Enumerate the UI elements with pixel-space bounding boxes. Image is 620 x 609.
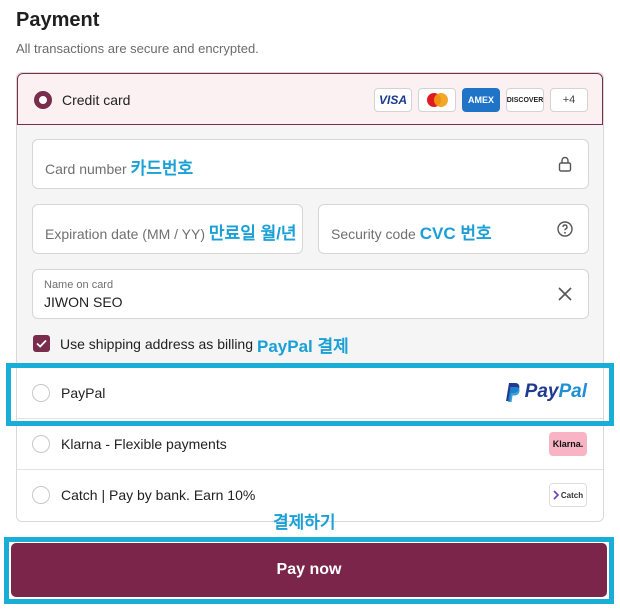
klarna-radio[interactable] — [32, 435, 50, 453]
page-title: Payment — [16, 9, 100, 31]
paypal-p-icon — [505, 383, 520, 402]
credit-card-radio[interactable] — [34, 91, 52, 109]
paypal-annotation: PayPal 결제 — [257, 337, 349, 356]
credit-card-label: Credit card — [62, 92, 131, 108]
paypal-logo: PayPal — [503, 381, 587, 403]
klarna-label: Klarna - Flexible payments — [61, 436, 227, 452]
security-code-input[interactable]: Security code CVC 번호 — [318, 204, 589, 254]
card-brands: VISA AMEX DISCOVER +4 — [374, 88, 588, 112]
paypal-option[interactable]: PayPal PayPal — [17, 367, 603, 418]
name-on-card-label: Name on card — [44, 279, 114, 291]
name-on-card-input[interactable]: Name on card JIWON SEO — [32, 269, 589, 319]
card-number-annotation: 카드번호 — [130, 159, 194, 178]
expiration-annotation: 만료일 월/년 — [208, 224, 297, 243]
page-subtitle: All transactions are secure and encrypte… — [16, 41, 259, 56]
paypal-radio[interactable] — [32, 384, 50, 402]
paypal-logo-pal: Pal — [558, 381, 587, 402]
expiration-date-input[interactable]: Expiration date (MM / YY) 만료일 월/년 — [32, 204, 303, 254]
visa-logo: VISA — [374, 88, 412, 112]
pay-now-button[interactable]: Pay now — [11, 543, 607, 597]
catch-mark-icon — [553, 490, 559, 500]
klarna-logo: Klarna. — [549, 432, 587, 456]
security-code-annotation: CVC 번호 — [419, 224, 492, 243]
card-number-input[interactable]: Card number 카드번호 — [32, 139, 589, 189]
paypal-label: PayPal — [61, 385, 106, 401]
catch-logo-text: Catch — [560, 490, 584, 500]
pay-annotation: 결제하기 — [273, 513, 336, 532]
name-on-card-value: JIWON SEO — [44, 294, 123, 310]
billing-checkbox-label: Use shipping address as billing — [60, 336, 253, 352]
amex-logo: AMEX — [462, 88, 500, 112]
clear-icon[interactable] — [556, 285, 574, 303]
payment-methods: Credit card VISA AMEX DISCOVER +4 Card n… — [16, 72, 604, 522]
catch-logo: Catch — [549, 483, 587, 507]
credit-card-option[interactable]: Credit card VISA AMEX DISCOVER +4 — [17, 73, 603, 125]
credit-card-form: Card number 카드번호 Expiration date (MM / Y… — [17, 125, 603, 365]
mastercard-logo — [418, 88, 456, 112]
help-icon[interactable] — [556, 220, 574, 238]
lock-icon — [558, 156, 572, 172]
security-code-placeholder: Security code CVC 번호 — [331, 224, 492, 243]
discover-logo: DISCOVER — [506, 88, 544, 112]
check-icon — [36, 339, 47, 348]
catch-label: Catch | Pay by bank. Earn 10% — [61, 487, 256, 503]
catch-radio[interactable] — [32, 486, 50, 504]
billing-checkbox[interactable] — [33, 335, 50, 352]
klarna-option[interactable]: Klarna - Flexible payments Klarna. — [17, 418, 603, 469]
more-brands-badge: +4 — [550, 88, 588, 112]
paypal-logo-pay: Pay — [524, 381, 559, 402]
expiration-placeholder: Expiration date (MM / YY) 만료일 월/년 — [45, 224, 297, 243]
card-number-placeholder: Card number 카드번호 — [45, 159, 194, 178]
